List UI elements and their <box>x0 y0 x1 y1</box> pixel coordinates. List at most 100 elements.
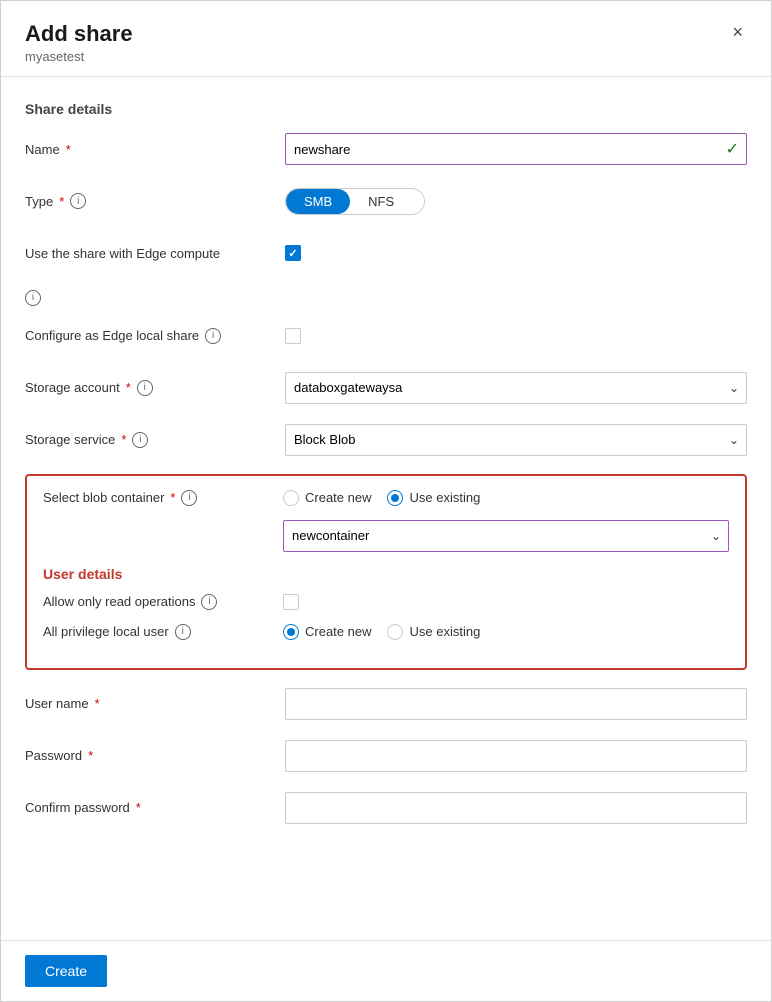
all-privilege-control: Create new Use existing <box>283 624 729 640</box>
type-label: Type * i <box>25 193 285 209</box>
type-toggle: SMB NFS <box>285 188 425 215</box>
create-button[interactable]: Create <box>25 955 107 987</box>
use-existing-blob-option[interactable]: Use existing <box>387 490 480 506</box>
use-existing-user-radio[interactable] <box>387 624 403 640</box>
storage-service-info-icon[interactable]: i <box>132 432 148 448</box>
storage-service-control: Block Blob ⌄ <box>285 424 747 456</box>
blob-container-radio-group: Create new Use existing <box>283 490 729 506</box>
allow-read-control <box>283 594 729 610</box>
edge-local-label: Configure as Edge local share i <box>25 328 285 344</box>
storage-service-label: Storage service * i <box>25 432 285 448</box>
type-required: * <box>59 194 64 209</box>
storage-account-required: * <box>126 380 131 395</box>
create-new-user-label: Create new <box>305 624 371 639</box>
blob-container-row: Select blob container * i Create new Use… <box>43 490 729 506</box>
edge-compute-info-row: i <box>25 287 747 306</box>
create-new-user-option[interactable]: Create new <box>283 624 371 640</box>
share-details-title: Share details <box>25 101 747 117</box>
confirm-password-required: * <box>136 800 141 815</box>
name-control: ✓ <box>285 133 747 165</box>
storage-service-required: * <box>121 432 126 447</box>
user-name-label: User name * <box>25 696 285 711</box>
storage-service-select[interactable]: Block Blob <box>285 424 747 456</box>
edge-compute-row: Use the share with Edge compute <box>25 235 747 271</box>
allow-read-row: Allow only read operations i <box>43 594 729 610</box>
edge-local-row: Configure as Edge local share i <box>25 318 747 354</box>
panel-header: Add share myasetest × <box>1 1 771 77</box>
user-name-input[interactable] <box>285 688 747 720</box>
edge-local-checkbox-wrapper <box>285 328 747 344</box>
type-smb-button[interactable]: SMB <box>286 189 350 214</box>
allow-read-info-icon[interactable]: i <box>201 594 217 610</box>
use-existing-blob-label: Use existing <box>409 490 480 505</box>
user-name-row: User name * <box>25 686 747 722</box>
panel-subtitle: myasetest <box>25 49 133 64</box>
edge-local-control <box>285 328 747 344</box>
all-privilege-info-icon[interactable]: i <box>175 624 191 640</box>
storage-service-row: Storage service * i Block Blob ⌄ <box>25 422 747 458</box>
blob-container-required: * <box>170 490 175 505</box>
panel-body: Share details Name * ✓ Type * i <box>1 77 771 940</box>
edge-compute-checkbox[interactable] <box>285 245 301 261</box>
type-info-icon[interactable]: i <box>70 193 86 209</box>
password-row: Password * <box>25 738 747 774</box>
storage-account-control: databoxgatewaysa ⌄ <box>285 372 747 404</box>
create-new-user-radio[interactable] <box>283 624 299 640</box>
type-row: Type * i SMB NFS <box>25 183 747 219</box>
confirm-password-row: Confirm password * <box>25 790 747 826</box>
container-select-wrapper: newcontainer ⌄ <box>283 520 729 552</box>
panel-title: Add share <box>25 21 133 47</box>
edge-compute-checkbox-wrapper <box>285 245 747 261</box>
confirm-password-control <box>285 792 747 824</box>
storage-service-select-wrapper: Block Blob ⌄ <box>285 424 747 456</box>
name-input-wrapper: ✓ <box>285 133 747 165</box>
container-dropdown-control: newcontainer ⌄ <box>283 520 729 552</box>
container-select[interactable]: newcontainer <box>283 520 729 552</box>
password-input[interactable] <box>285 740 747 772</box>
edge-compute-info-icon[interactable]: i <box>25 290 41 306</box>
close-button[interactable]: × <box>728 21 747 43</box>
container-dropdown-row: newcontainer ⌄ <box>43 520 729 552</box>
highlighted-section: Select blob container * i Create new Use… <box>25 474 747 670</box>
blob-container-info-icon[interactable]: i <box>181 490 197 506</box>
storage-account-row: Storage account * i databoxgatewaysa ⌄ <box>25 370 747 406</box>
all-privilege-row: All privilege local user i Create new Us… <box>43 624 729 640</box>
storage-account-label: Storage account * i <box>25 380 285 396</box>
name-row: Name * ✓ <box>25 131 747 167</box>
all-privilege-label: All privilege local user i <box>43 624 283 640</box>
name-input[interactable] <box>285 133 747 165</box>
name-valid-icon: ✓ <box>726 139 739 159</box>
storage-account-info-icon[interactable]: i <box>137 380 153 396</box>
edge-compute-label: Use the share with Edge compute <box>25 246 285 261</box>
use-existing-user-option[interactable]: Use existing <box>387 624 480 640</box>
allow-read-label: Allow only read operations i <box>43 594 283 610</box>
edge-compute-control <box>285 245 747 261</box>
password-label: Password * <box>25 748 285 763</box>
use-existing-blob-radio[interactable] <box>387 490 403 506</box>
panel-footer: Create <box>1 940 771 1001</box>
create-new-blob-label: Create new <box>305 490 371 505</box>
name-required: * <box>66 142 71 157</box>
name-label: Name * <box>25 142 285 157</box>
user-name-control <box>285 688 747 720</box>
allow-read-checkbox[interactable] <box>283 594 299 610</box>
create-new-blob-radio[interactable] <box>283 490 299 506</box>
type-nfs-button[interactable]: NFS <box>350 189 412 214</box>
edge-local-checkbox[interactable] <box>285 328 301 344</box>
password-control <box>285 740 747 772</box>
allow-read-checkbox-wrapper <box>283 594 729 610</box>
title-block: Add share myasetest <box>25 21 133 64</box>
create-new-blob-option[interactable]: Create new <box>283 490 371 506</box>
storage-account-select[interactable]: databoxgatewaysa <box>285 372 747 404</box>
blob-container-label: Select blob container * i <box>43 490 283 506</box>
storage-account-select-wrapper: databoxgatewaysa ⌄ <box>285 372 747 404</box>
use-existing-user-label: Use existing <box>409 624 480 639</box>
add-share-panel: Add share myasetest × Share details Name… <box>0 0 772 1002</box>
edge-local-info-icon[interactable]: i <box>205 328 221 344</box>
password-required: * <box>88 748 93 763</box>
confirm-password-label: Confirm password * <box>25 800 285 815</box>
user-name-required: * <box>95 696 100 711</box>
blob-container-control: Create new Use existing <box>283 490 729 506</box>
confirm-password-input[interactable] <box>285 792 747 824</box>
all-privilege-radio-group: Create new Use existing <box>283 624 729 640</box>
